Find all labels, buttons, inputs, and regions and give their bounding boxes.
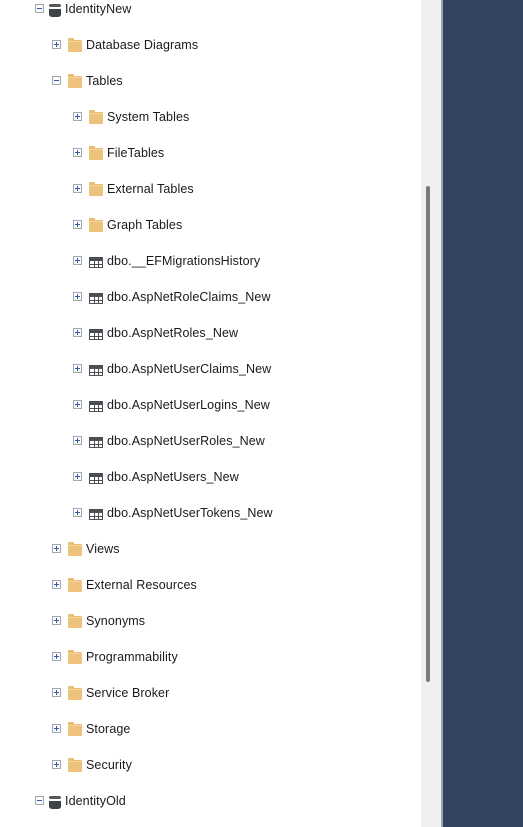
folder-icon xyxy=(89,110,103,124)
object-explorer-tree[interactable]: IdentityNew Database Diagrams Tables System… xyxy=(0,0,421,827)
tree-node[interactable]: IdentityNew xyxy=(0,0,421,18)
expand-icon[interactable] xyxy=(52,616,61,625)
tree-node-label: System Tables xyxy=(107,110,190,124)
tree-node[interactable]: Graph Tables xyxy=(0,216,421,234)
tree-node[interactable]: Synonyms xyxy=(0,612,421,630)
expand-icon[interactable] xyxy=(52,40,61,49)
expand-icon[interactable] xyxy=(73,220,82,229)
expand-icon[interactable] xyxy=(52,652,61,661)
expand-icon[interactable] xyxy=(73,328,82,337)
folder-icon xyxy=(68,722,82,736)
collapse-icon[interactable] xyxy=(35,4,44,13)
tree-node[interactable]: Tables xyxy=(0,72,421,90)
collapse-icon[interactable] xyxy=(52,76,61,85)
tree-node-label: Service Broker xyxy=(86,686,170,700)
tree-node[interactable]: dbo.__EFMigrationsHistory xyxy=(0,252,421,270)
tree-node-label: dbo.AspNetRoles_New xyxy=(107,326,239,340)
scrollbar-thumb[interactable] xyxy=(426,186,430,682)
expand-icon[interactable] xyxy=(73,508,82,517)
tree-node-label: dbo.AspNetRoleClaims_New xyxy=(107,290,271,304)
tree-node[interactable]: dbo.AspNetRoleClaims_New xyxy=(0,288,421,306)
tree-node-label: Storage xyxy=(86,722,131,736)
tree-node[interactable]: dbo.AspNetUserTokens_New xyxy=(0,504,421,522)
tree-node[interactable]: Views xyxy=(0,540,421,558)
tree-node-label: External Resources xyxy=(86,578,197,592)
expand-icon[interactable] xyxy=(52,760,61,769)
folder-icon xyxy=(89,146,103,160)
expand-icon[interactable] xyxy=(73,184,82,193)
tree-node-label: IdentityOld xyxy=(65,794,126,808)
tree-node[interactable]: dbo.AspNetUserRoles_New xyxy=(0,432,421,450)
folder-icon xyxy=(68,74,82,88)
expand-icon[interactable] xyxy=(73,148,82,157)
expand-icon[interactable] xyxy=(52,544,61,553)
table-icon xyxy=(89,506,103,520)
expand-icon[interactable] xyxy=(52,580,61,589)
table-icon xyxy=(89,290,103,304)
tree-node-label: Programmability xyxy=(86,650,178,664)
tree-node[interactable]: IdentityOld xyxy=(0,792,421,810)
tree-node[interactable]: dbo.AspNetUsers_New xyxy=(0,468,421,486)
folder-icon xyxy=(89,182,103,196)
tree-node[interactable]: dbo.AspNetUserClaims_New xyxy=(0,360,421,378)
tree-node[interactable]: External Resources xyxy=(0,576,421,594)
tree-node[interactable]: Programmability xyxy=(0,648,421,666)
folder-icon xyxy=(68,542,82,556)
tree-node-label: dbo.AspNetUsers_New xyxy=(107,470,239,484)
expand-icon[interactable] xyxy=(52,724,61,733)
tree-node-label: IdentityNew xyxy=(65,2,132,16)
database-icon xyxy=(48,2,62,17)
expand-icon[interactable] xyxy=(73,256,82,265)
vertical-scrollbar[interactable] xyxy=(421,0,441,827)
tree-node-label: External Tables xyxy=(107,182,194,196)
tree-node-label: Synonyms xyxy=(86,614,146,628)
tree-node[interactable]: Storage xyxy=(0,720,421,738)
table-icon xyxy=(89,434,103,448)
expand-icon[interactable] xyxy=(52,688,61,697)
object-explorer-screen: IdentityNew Database Diagrams Tables System… xyxy=(0,0,523,827)
tree-node[interactable]: External Tables xyxy=(0,180,421,198)
table-icon xyxy=(89,470,103,484)
folder-icon xyxy=(68,686,82,700)
tree-node-label: dbo.__EFMigrationsHistory xyxy=(107,254,261,268)
tree-node[interactable]: FileTables xyxy=(0,144,421,162)
tree-node-label: Database Diagrams xyxy=(86,38,199,52)
folder-icon xyxy=(68,38,82,52)
expand-icon[interactable] xyxy=(73,400,82,409)
tree-node[interactable]: dbo.AspNetRoles_New xyxy=(0,324,421,342)
folder-icon xyxy=(89,218,103,232)
expand-icon[interactable] xyxy=(73,112,82,121)
tree-node[interactable]: Service Broker xyxy=(0,684,421,702)
database-icon xyxy=(48,794,62,809)
expand-icon[interactable] xyxy=(73,364,82,373)
tree-node-label: Tables xyxy=(86,74,123,88)
tree-node-label: dbo.AspNetUserRoles_New xyxy=(107,434,265,448)
expand-icon[interactable] xyxy=(73,292,82,301)
table-icon xyxy=(89,254,103,268)
folder-icon xyxy=(68,758,82,772)
table-icon xyxy=(89,326,103,340)
tree-node-label: Views xyxy=(86,542,120,556)
tree-node-label: FileTables xyxy=(107,146,165,160)
table-icon xyxy=(89,398,103,412)
tree-node[interactable]: System Tables xyxy=(0,108,421,126)
tree-node-label: dbo.AspNetUserTokens_New xyxy=(107,506,273,520)
editor-panel xyxy=(443,0,523,827)
folder-icon xyxy=(68,650,82,664)
folder-icon xyxy=(68,614,82,628)
tree-node[interactable]: dbo.AspNetUserLogins_New xyxy=(0,396,421,414)
tree-node-label: dbo.AspNetUserClaims_New xyxy=(107,362,272,376)
expand-icon[interactable] xyxy=(73,472,82,481)
tree-node[interactable]: Database Diagrams xyxy=(0,36,421,54)
collapse-icon[interactable] xyxy=(35,796,44,805)
tree-node[interactable]: Security xyxy=(0,756,421,774)
expand-icon[interactable] xyxy=(73,436,82,445)
folder-icon xyxy=(68,578,82,592)
table-icon xyxy=(89,362,103,376)
tree-node-label: Security xyxy=(86,758,132,772)
tree-node-label: dbo.AspNetUserLogins_New xyxy=(107,398,270,412)
tree-node-label: Graph Tables xyxy=(107,218,183,232)
